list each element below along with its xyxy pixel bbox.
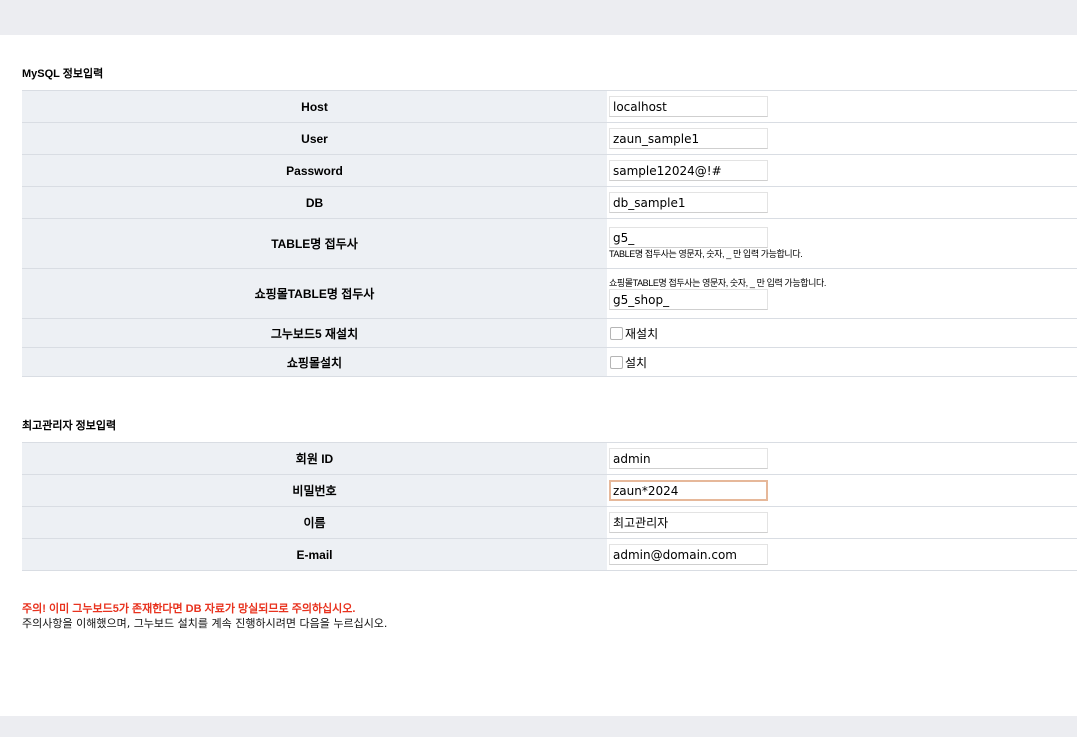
admin-password-row: 비밀번호 bbox=[22, 474, 1077, 507]
table-prefix-row: TABLE명 접두사 TABLE명 접두사는 영문자, 숫자, _ 만 입력 가… bbox=[22, 218, 1077, 269]
shop-install-checkbox-label[interactable]: 설치 bbox=[625, 354, 647, 371]
reinstall-checkbox-label[interactable]: 재설치 bbox=[625, 325, 658, 342]
user-row: User bbox=[22, 122, 1077, 155]
host-input[interactable] bbox=[609, 96, 768, 117]
admin-id-label: 회원 ID bbox=[22, 442, 607, 475]
admin-id-input[interactable] bbox=[609, 448, 768, 469]
continue-notice: 주의사항을 이해했으며, 그누보드 설치를 계속 진행하시려면 다음을 누르십시… bbox=[22, 617, 388, 630]
admin-section-title: 최고관리자 정보입력 bbox=[22, 420, 117, 432]
admin-name-input[interactable] bbox=[609, 512, 768, 533]
mysql-section-title: MySQL 정보입력 bbox=[22, 68, 104, 80]
shop-prefix-help: 쇼핑몰TABLE명 접두사는 영문자, 숫자, _ 만 입력 가능합니다. bbox=[609, 278, 826, 288]
shop-install-checkbox[interactable] bbox=[610, 355, 623, 369]
admin-email-label: E-mail bbox=[22, 538, 607, 571]
admin-id-row: 회원 ID bbox=[22, 442, 1077, 475]
reinstall-row: 그누보드5 재설치 재설치 bbox=[22, 318, 1077, 348]
shop-install-label: 쇼핑몰설치 bbox=[22, 347, 607, 377]
host-row: Host bbox=[22, 90, 1077, 123]
table-prefix-input[interactable] bbox=[609, 227, 768, 248]
data-loss-warning: 주의! 이미 그누보드5가 존재한다면 DB 자료가 망실되므로 주의하십시오. bbox=[22, 603, 356, 615]
admin-email-input[interactable] bbox=[609, 544, 768, 565]
user-label: User bbox=[22, 122, 607, 155]
admin-email-row: E-mail bbox=[22, 538, 1077, 571]
reinstall-label: 그누보드5 재설치 bbox=[22, 318, 607, 348]
admin-password-label: 비밀번호 bbox=[22, 474, 607, 507]
shop-prefix-input[interactable] bbox=[609, 289, 768, 310]
db-input[interactable] bbox=[609, 192, 768, 213]
admin-form-table: 회원 ID 비밀번호 이름 E-mail bbox=[22, 442, 1077, 571]
password-row: Password bbox=[22, 154, 1077, 187]
mysql-form-table: Host User Password DB TABLE명 접두사 TABLE명 … bbox=[22, 90, 1077, 377]
table-prefix-label: TABLE명 접두사 bbox=[22, 218, 607, 269]
admin-name-row: 이름 bbox=[22, 506, 1077, 539]
shop-prefix-row: 쇼핑몰TABLE명 접두사 쇼핑몰TABLE명 접두사는 영문자, 숫자, _ … bbox=[22, 268, 1077, 319]
host-label: Host bbox=[22, 90, 607, 123]
reinstall-checkbox[interactable] bbox=[610, 326, 623, 340]
db-row: DB bbox=[22, 186, 1077, 219]
table-prefix-help: TABLE명 접두사는 영문자, 숫자, _ 만 입력 가능합니다. bbox=[609, 249, 803, 259]
admin-password-input[interactable] bbox=[609, 480, 768, 501]
shop-install-row: 쇼핑몰설치 설치 bbox=[22, 347, 1077, 377]
shop-prefix-label: 쇼핑몰TABLE명 접두사 bbox=[22, 268, 607, 319]
password-label: Password bbox=[22, 154, 607, 187]
user-input[interactable] bbox=[609, 128, 768, 149]
admin-name-label: 이름 bbox=[22, 506, 607, 539]
password-input[interactable] bbox=[609, 160, 768, 181]
db-label: DB bbox=[22, 186, 607, 219]
